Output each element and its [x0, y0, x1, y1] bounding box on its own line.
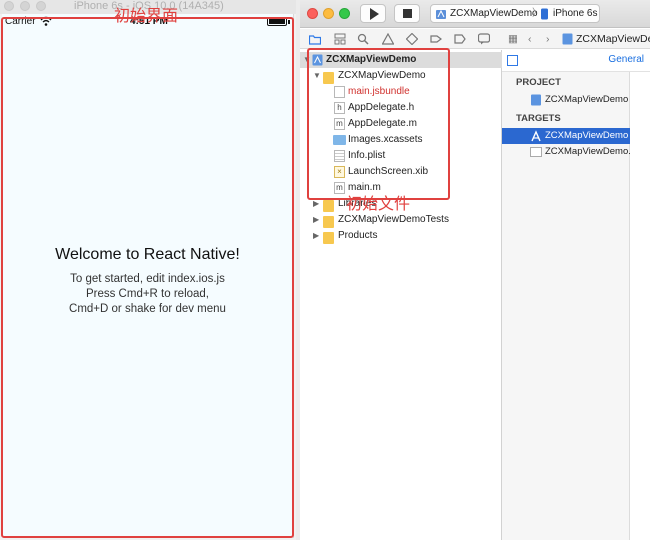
warning-icon[interactable]: [382, 33, 394, 45]
folder-icon: [323, 216, 334, 228]
file-row[interactable]: Info.plist: [300, 148, 502, 164]
folder-icon: [323, 232, 334, 244]
device-name[interactable]: iPhone 6s: [553, 5, 597, 22]
scheme-name[interactable]: ZCXMapViewDemo: [450, 5, 538, 22]
project-target-list: PROJECT ZCXMapViewDemo TARGETS ZCXMapVie…: [502, 72, 630, 540]
file-name: LaunchScreen.xib: [348, 166, 429, 177]
plist-icon: [334, 150, 345, 162]
source-file-icon: m: [334, 118, 345, 130]
files-annotation-label: 初始文件: [346, 196, 411, 213]
file-row[interactable]: Images.xcassets: [300, 132, 502, 148]
group-row[interactable]: ▼ ZCXMapViewDemo: [300, 68, 502, 84]
tab-general[interactable]: General: [608, 54, 644, 65]
search-icon[interactable]: [357, 33, 369, 45]
carrier-label: Carrier: [5, 16, 36, 27]
xib-icon: ×: [334, 166, 345, 178]
source-file-icon: m: [334, 182, 345, 194]
screen-annotation-label: 初始界面: [114, 8, 179, 25]
app-target-icon: [531, 130, 541, 142]
file-row[interactable]: h AppDelegate.h: [300, 100, 502, 116]
xcode-window: ZCXMapViewDemo 〉 iPhone 6s ▼ ZCXMapViewD…: [300, 0, 650, 540]
file-name: AppDelegate.h: [348, 102, 415, 113]
file-row[interactable]: × LaunchScreen.xib: [300, 164, 502, 180]
project-name: ZCXMapViewDemo: [326, 54, 417, 65]
file-row[interactable]: m AppDelegate.m: [300, 116, 502, 132]
xcode-project-icon: [312, 54, 323, 66]
header-file-icon: h: [334, 102, 345, 114]
instruction-line: Press Cmd+R to reload,: [85, 288, 210, 300]
project-navigator: ▼ ZCXMapViewDemo ▼ ZCXMapViewDemo main.j…: [300, 50, 502, 540]
xcode-toolbar: ZCXMapViewDemo 〉 iPhone 6s: [300, 0, 650, 28]
editor-tab-bar: General: [502, 50, 650, 72]
target-name: ZCXMapViewDemo...: [545, 146, 630, 157]
file-name: main.jsbundle: [348, 86, 410, 97]
zoom-button[interactable]: [339, 8, 350, 19]
debug-icon[interactable]: [430, 33, 442, 45]
welcome-heading: Welcome to React Native!: [55, 246, 240, 263]
back-arrow-icon[interactable]: ‹: [528, 29, 532, 48]
section-header: PROJECT: [516, 77, 561, 88]
zoom-button[interactable]: [36, 1, 46, 11]
target-list-item[interactable]: ZCXMapViewDemo: [502, 128, 630, 144]
group-name: ZCXMapViewDemo: [338, 70, 426, 81]
project-list-item[interactable]: ZCXMapViewDemo: [502, 92, 630, 108]
simulator-screen[interactable]: Carrier 4:51 PM Welcome to React Native!…: [2, 14, 294, 538]
navigator-tab-bar: [300, 29, 502, 49]
project-row[interactable]: ▼ ZCXMapViewDemo: [300, 52, 502, 68]
disclosure-expanded-icon[interactable]: ▼: [303, 52, 311, 68]
folder-icon: [323, 200, 334, 212]
play-icon: [370, 8, 379, 20]
minimize-button[interactable]: [20, 1, 30, 11]
group-name: ZCXMapViewDemoTests: [338, 214, 449, 225]
symbol-navigator-icon[interactable]: [334, 33, 346, 45]
app-scheme-icon: [436, 9, 446, 19]
instructions: To get started, edit index.ios.js Press …: [2, 272, 293, 317]
target-list-item[interactable]: ZCXMapViewDemo...: [502, 144, 630, 160]
group-row[interactable]: ▶ ZCXMapViewDemoTests: [300, 212, 502, 228]
run-button[interactable]: [360, 4, 386, 23]
battery-cap: [288, 20, 290, 24]
project-item-name: ZCXMapViewDemo: [545, 94, 629, 105]
xcode-project-icon: [531, 94, 541, 106]
file-icon: [334, 86, 345, 98]
folder-icon[interactable]: [309, 33, 321, 45]
disclosure-collapsed-icon[interactable]: ▶: [313, 196, 319, 212]
instruction-line: To get started, edit index.ios.js: [70, 273, 225, 285]
test-diamond-icon[interactable]: [406, 33, 418, 45]
device-icon: [541, 8, 548, 20]
wifi-icon: [40, 16, 52, 26]
folder-icon: [323, 72, 334, 84]
disclosure-collapsed-icon[interactable]: ▶: [313, 228, 319, 244]
report-icon[interactable]: [478, 33, 490, 45]
stop-icon: [403, 9, 412, 18]
group-row[interactable]: ▶ Products: [300, 228, 502, 244]
editor-area: ▦ ‹ › ZCXMapViewDemo General PROJECT ZCX…: [502, 29, 650, 540]
file-name: AppDelegate.m: [348, 118, 417, 129]
instruction-line: Cmd+D or shake for dev menu: [69, 303, 226, 315]
breakpoint-icon[interactable]: [454, 33, 466, 45]
disclosure-collapsed-icon[interactable]: ▶: [313, 212, 319, 228]
close-button[interactable]: [307, 8, 318, 19]
battery-icon: [267, 17, 287, 26]
test-target-icon: [530, 147, 542, 157]
jump-bar: ▦ ‹ › ZCXMapViewDemo: [502, 29, 650, 49]
asset-catalog-icon: [333, 135, 346, 145]
target-name: ZCXMapViewDemo: [545, 130, 629, 141]
scheme-selector[interactable]: ZCXMapViewDemo 〉 iPhone 6s: [430, 4, 600, 23]
simulator-window: iPhone 6s - iOS 10.0 (14A345) Carrier 4:…: [0, 0, 296, 540]
sidebar-toggle-icon[interactable]: [507, 55, 518, 66]
group-name: Products: [338, 230, 378, 241]
file-row[interactable]: main.jsbundle: [300, 84, 502, 100]
disclosure-expanded-icon[interactable]: ▼: [313, 68, 321, 84]
file-name: Images.xcassets: [348, 134, 423, 145]
minimize-button[interactable]: [323, 8, 334, 19]
close-button[interactable]: [4, 1, 14, 11]
xcode-project-icon: [562, 33, 573, 45]
jump-bar-title[interactable]: ZCXMapViewDemo: [576, 29, 650, 48]
stop-button[interactable]: [394, 4, 420, 23]
grid-icon[interactable]: ▦: [508, 29, 518, 48]
forward-arrow-icon[interactable]: ›: [546, 29, 550, 48]
section-header: TARGETS: [516, 113, 561, 124]
file-name: Info.plist: [348, 150, 386, 161]
